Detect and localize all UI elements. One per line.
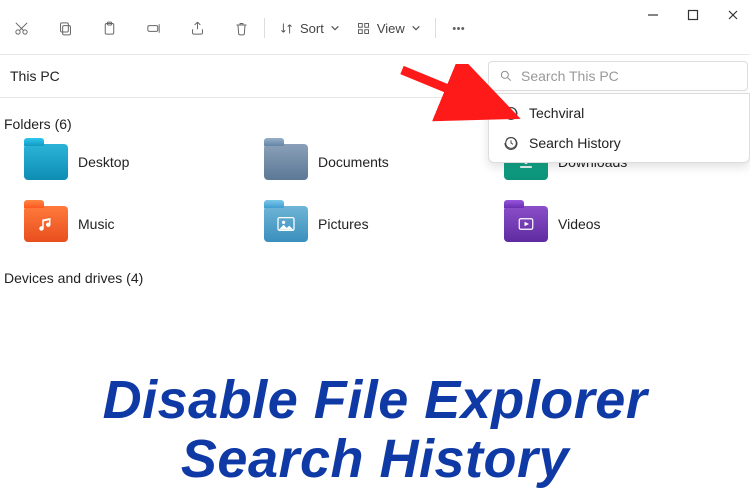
history-item-label: Search History [529,135,621,151]
view-label: View [377,21,405,36]
folder-documents[interactable]: Documents [264,144,464,180]
folder-label: Pictures [318,216,369,232]
toolbar-divider [264,18,265,38]
headline-line1: Disable File Explorer [0,371,750,429]
chevron-down-icon [411,23,421,33]
search-history-item[interactable]: Techviral [489,98,749,128]
folder-label: Music [78,216,115,232]
folder-pictures[interactable]: Pictures [264,206,464,242]
folder-icon [504,206,548,242]
search-input[interactable]: Search This PC [488,61,748,91]
headline-line2: Search History [0,430,750,488]
folder-desktop[interactable]: Desktop [24,144,224,180]
paste-icon[interactable] [92,12,126,44]
overlay-headline: Disable File Explorer Search History [0,371,750,488]
delete-icon[interactable] [224,12,258,44]
history-icon [503,135,519,151]
sort-dropdown[interactable]: Sort [271,17,348,40]
rename-icon[interactable] [136,12,170,44]
toolbar-divider [435,18,436,38]
window-controls [646,8,740,22]
maximize-button[interactable] [686,8,700,22]
sort-label: Sort [300,21,324,36]
minimize-button[interactable] [646,8,660,22]
address-location: This PC [10,68,60,84]
chevron-down-icon [330,23,340,33]
search-history-item[interactable]: Search History [489,128,749,158]
close-button[interactable] [726,8,740,22]
folder-icon [264,144,308,180]
folder-icon [264,206,308,242]
folder-videos[interactable]: Videos [504,206,704,242]
folder-label: Desktop [78,154,129,170]
cut-icon[interactable] [4,12,38,44]
address-bar-row: This PC Search This PC Techviral Search … [0,55,750,98]
copy-icon[interactable] [48,12,82,44]
folder-label: Documents [318,154,389,170]
folder-music[interactable]: Music [24,206,224,242]
search-placeholder: Search This PC [521,68,619,84]
devices-header[interactable]: Devices and drives (4) [0,254,750,292]
more-options-icon[interactable] [442,12,476,44]
folder-icon [24,144,68,180]
search-area: Search This PC Techviral Search History [488,61,748,91]
annotation-arrow [396,64,526,129]
history-item-label: Techviral [529,105,584,121]
toolbar: Sort View [0,0,750,55]
folder-label: Videos [558,216,601,232]
view-dropdown[interactable]: View [348,17,429,40]
folder-icon [24,206,68,242]
search-history-dropdown: Techviral Search History [488,93,750,163]
share-icon[interactable] [180,12,214,44]
